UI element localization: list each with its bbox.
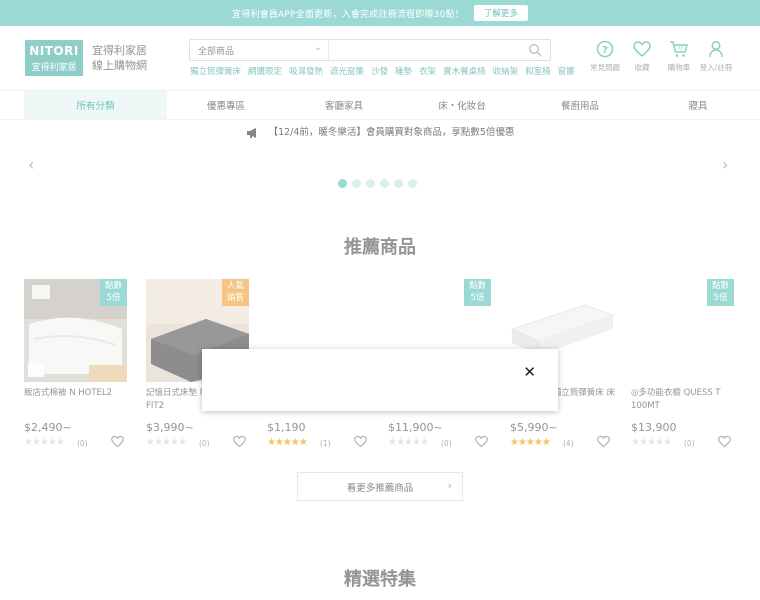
modal-overlay[interactable] <box>0 0 760 600</box>
modal-dialog: ✕ <box>202 349 558 411</box>
close-icon[interactable]: ✕ <box>523 363 536 381</box>
